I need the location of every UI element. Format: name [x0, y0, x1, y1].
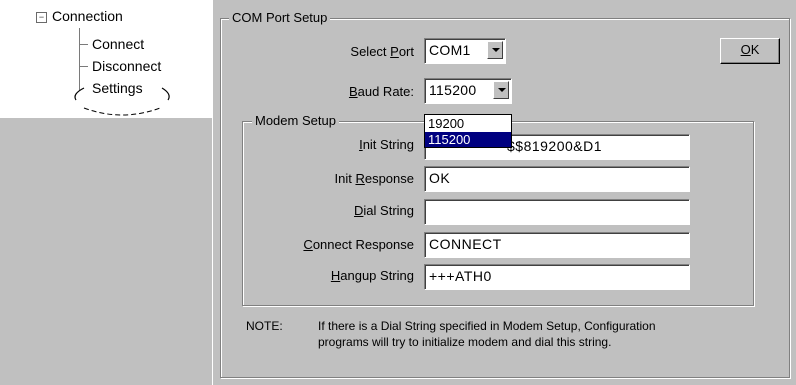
baud-dropdown-button[interactable] — [493, 81, 509, 99]
note-text: If there is a Dial String specified in M… — [318, 318, 778, 350]
init-string-label: Init String — [359, 137, 414, 152]
baud-rate-label: Baud Rate: — [348, 84, 414, 99]
dial-string-label: Dial String — [354, 203, 414, 218]
modem-setup-title: Modem Setup — [252, 113, 339, 128]
com-port-setup-title: COM Port Setup — [229, 10, 331, 25]
select-port-value: COM1 — [429, 42, 471, 58]
tree-item-disconnect[interactable]: Disconnect — [92, 58, 161, 74]
baud-option-19200[interactable]: 19200 — [425, 116, 511, 131]
select-port-label: Select Port — [350, 44, 414, 59]
note-line-1: If there is a Dial String specified in M… — [318, 319, 656, 333]
chevron-down-icon — [492, 48, 500, 52]
collapse-icon[interactable]: − — [36, 12, 47, 23]
ok-button[interactable]: OK — [720, 38, 780, 64]
baud-rate-dropdown-list[interactable]: 19200 115200 — [424, 114, 512, 148]
baud-rate-combobox[interactable]: 115200 — [424, 78, 512, 104]
tree-item-connection[interactable]: Connection — [52, 8, 123, 24]
select-port-combobox[interactable]: COM1 — [424, 38, 506, 64]
dial-string-input[interactable] — [424, 199, 690, 225]
left-panel-background — [0, 118, 212, 385]
tree-connector — [79, 44, 88, 45]
init-response-input[interactable]: OK — [424, 166, 690, 192]
hangup-string-input[interactable]: +++ATH0 — [424, 264, 690, 290]
tree-item-connect[interactable]: Connect — [92, 36, 144, 52]
hangup-string-label: Hangup String — [330, 268, 414, 283]
chevron-down-icon — [498, 88, 506, 92]
tree-connector — [79, 66, 88, 67]
baud-rate-value: 115200 — [429, 82, 477, 98]
note-label: NOTE: — [246, 319, 283, 333]
port-dropdown-button[interactable] — [487, 41, 503, 59]
note-line-2: programs will try to initialize modem an… — [318, 335, 612, 349]
connect-response-label: Connect Response — [303, 237, 414, 252]
tree-connector — [79, 28, 80, 90]
connect-response-input[interactable]: CONNECT — [424, 232, 690, 258]
baud-option-115200[interactable]: 115200 — [425, 132, 511, 147]
highlight-ellipse — [74, 87, 170, 116]
init-response-label: Init Response — [334, 171, 414, 186]
